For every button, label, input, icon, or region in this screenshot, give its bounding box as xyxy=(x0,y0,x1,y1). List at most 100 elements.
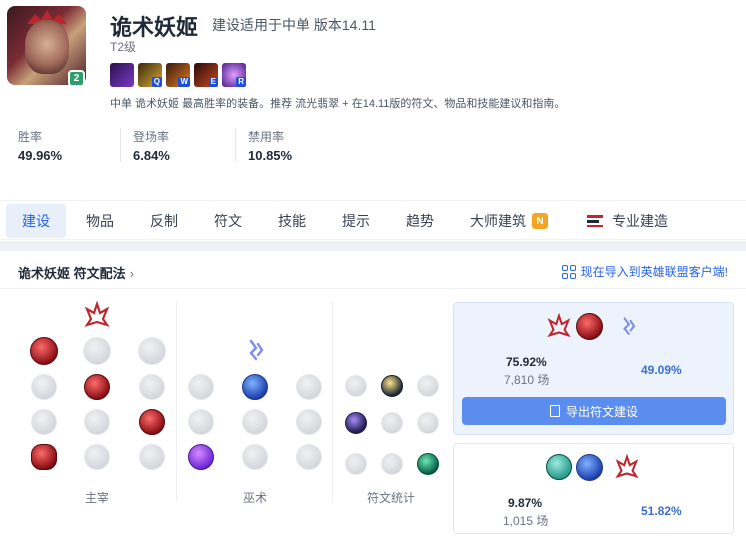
q-skill-icon[interactable]: Q xyxy=(138,63,162,87)
ability-haste-shard[interactable] xyxy=(417,375,439,397)
export-label: 导出符文建设 xyxy=(565,404,638,419)
adaptive-force-shard[interactable] xyxy=(345,375,367,397)
predator-rune[interactable] xyxy=(83,337,111,365)
resolve-tree-icon xyxy=(546,454,572,480)
runes-panel: 诡术妖姬 符文配法 › 现在导入到英雄联盟客户端! 主宰 巫术 符文统计 75.… xyxy=(0,251,746,549)
tenacity-shard[interactable] xyxy=(381,453,403,475)
health-shard[interactable] xyxy=(345,453,367,475)
new-badge: N xyxy=(532,213,548,229)
domination-tree-icon xyxy=(615,454,639,479)
panel-title-text: 诡术妖姬 符文配法 xyxy=(18,266,126,281)
export-runes-button[interactable]: 导出符文建设 xyxy=(462,397,726,425)
stat-divider xyxy=(120,128,121,162)
pick-rate: 9.87% xyxy=(508,496,543,510)
skill-icons: Q W E R xyxy=(110,63,246,87)
passive-icon[interactable] xyxy=(110,63,134,87)
electrocute-rune xyxy=(576,313,603,340)
skill-key-e: E xyxy=(208,77,218,87)
stat-label: 登场率 xyxy=(133,130,170,144)
first-strike-rune xyxy=(576,454,603,481)
rune-page-card[interactable]: 75.92% 7,810 场 49.09% 导出符文建设 xyxy=(453,302,734,435)
skill-key-q: Q xyxy=(151,77,162,87)
primary-tree-label: 主宰 xyxy=(84,491,109,505)
rune-page-card[interactable]: 9.87% 1,015 场 51.82% xyxy=(453,443,734,534)
tab-label: 专业建造 xyxy=(612,213,668,229)
panel-divider xyxy=(0,288,746,289)
dark-harvest-rune[interactable] xyxy=(138,337,166,365)
stat-banrate: 禁用率 10.85% xyxy=(248,128,292,163)
domination-tree-icon xyxy=(547,313,571,338)
champion-header: 2 诡术妖姬 建设适用于中单 版本14.11 T2级 Q W E R 中单 诡术… xyxy=(0,0,746,198)
adaptive-force-shard-2[interactable] xyxy=(345,412,367,434)
build-subtitle: 建设适用于中单 版本14.11 xyxy=(212,17,376,33)
stat-divider xyxy=(235,128,236,162)
domination-tree-icon xyxy=(84,301,110,327)
tab-build[interactable]: 建设 xyxy=(6,204,66,238)
pro-builds-icon xyxy=(587,215,603,227)
waterwalking-rune[interactable] xyxy=(242,444,268,470)
ghost-poro-rune[interactable] xyxy=(84,409,110,435)
skill-key-w: W xyxy=(178,77,190,87)
sorcery-tree-icon xyxy=(623,317,636,335)
celerity-rune[interactable] xyxy=(242,409,268,435)
tab-counters[interactable]: 反制 xyxy=(138,204,190,238)
games-count: 1,015 场 xyxy=(503,514,549,528)
stat-value: 6.84% xyxy=(133,148,170,163)
import-label: 现在导入到英雄联盟客户端! xyxy=(580,265,728,279)
stat-value: 10.85% xyxy=(248,148,293,163)
stat-shards-label: 符文统计 xyxy=(366,491,415,505)
nullifying-orb-rune[interactable] xyxy=(188,374,214,400)
taste-of-blood-rune[interactable] xyxy=(84,374,110,400)
absolute-focus-rune[interactable] xyxy=(296,409,322,435)
stat-winrate: 胜率 49.96% xyxy=(18,128,62,163)
tab-items[interactable]: 物品 xyxy=(74,204,126,238)
section-gap xyxy=(0,241,746,251)
tab-trends[interactable]: 趋势 xyxy=(394,204,446,238)
champion-face xyxy=(25,20,69,74)
eyeball-collection-rune[interactable] xyxy=(139,409,165,435)
sudden-impact-rune[interactable] xyxy=(139,374,165,400)
health-scaling-shard[interactable] xyxy=(417,412,439,434)
stat-pickrate: 登场率 6.84% xyxy=(133,128,170,163)
zombie-ward-rune[interactable] xyxy=(31,409,57,435)
tier-label: T2级 xyxy=(110,40,137,54)
manaflow-band-rune[interactable] xyxy=(242,374,268,400)
relentless-hunter-rune[interactable] xyxy=(84,444,110,470)
secondary-tree-label: 巫术 xyxy=(242,491,267,505)
treasure-hunter-rune[interactable] xyxy=(31,444,57,470)
sorcery-tree-icon xyxy=(249,339,264,361)
pick-rate: 75.92% xyxy=(506,355,547,369)
build-description: 中单 诡术妖姬 最高胜率的装备。推荐 流光翡翠 + 在14.11版的符文、物品和… xyxy=(110,98,566,110)
chevron-right-icon: › xyxy=(129,266,134,281)
column-divider xyxy=(332,301,333,501)
win-rate: 49.09% xyxy=(641,363,682,377)
e-skill-icon[interactable]: E xyxy=(194,63,218,87)
tab-runes[interactable]: 符文 xyxy=(202,204,254,238)
tab-label: 大师建筑 xyxy=(470,213,526,229)
import-to-client-link[interactable]: 现在导入到英雄联盟客户端! xyxy=(561,263,728,280)
tab-master-builds[interactable]: 大师建筑 N xyxy=(462,204,556,238)
column-divider xyxy=(176,301,177,501)
health-shard-selected[interactable] xyxy=(417,453,439,475)
electrocute-rune[interactable] xyxy=(30,337,58,365)
attack-speed-shard[interactable] xyxy=(381,375,403,397)
scorch-rune[interactable] xyxy=(188,444,214,470)
transcendence-rune[interactable] xyxy=(188,409,214,435)
runes-panel-title[interactable]: 诡术妖姬 符文配法 › xyxy=(18,263,134,282)
stat-label: 禁用率 xyxy=(248,130,285,144)
book-icon xyxy=(549,405,560,417)
move-speed-shard[interactable] xyxy=(381,412,403,434)
tab-skills[interactable]: 技能 xyxy=(266,204,318,238)
cheap-shot-rune[interactable] xyxy=(31,374,57,400)
games-count: 7,810 场 xyxy=(504,373,550,387)
tab-tips[interactable]: 提示 xyxy=(330,204,382,238)
import-icon xyxy=(561,264,576,279)
stat-value: 49.96% xyxy=(18,148,63,163)
r-skill-icon[interactable]: R xyxy=(222,63,246,87)
nimbus-cloak-rune[interactable] xyxy=(296,374,322,400)
gathering-storm-rune[interactable] xyxy=(296,444,322,470)
tab-pro-builds[interactable]: 专业建造 xyxy=(580,204,674,238)
ultimate-hunter-rune[interactable] xyxy=(139,444,165,470)
w-skill-icon[interactable]: W xyxy=(166,63,190,87)
win-rate: 51.82% xyxy=(641,504,682,518)
